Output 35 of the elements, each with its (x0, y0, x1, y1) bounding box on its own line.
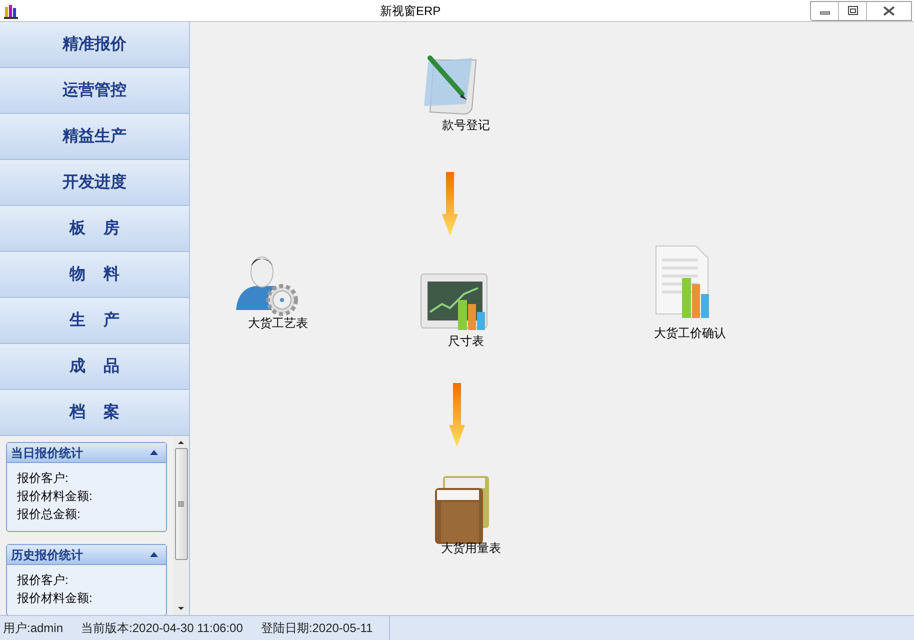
stat-label: 报价客户: (17, 572, 70, 589)
node-label[interactable]: 大货用量表 (441, 539, 501, 557)
nav-button[interactable]: 物 料 (0, 252, 189, 298)
window-title: 新视窗ERP (380, 3, 441, 20)
version-status: 当前版本:2020-04-30 11:06:00 (81, 620, 243, 637)
stat-label: 报价材料金额: (17, 590, 94, 607)
nav-button[interactable]: 开发进度 (0, 160, 189, 206)
arrow-icon (448, 383, 466, 447)
nav-button[interactable]: 成 品 (0, 344, 189, 390)
node-label[interactable]: 大货工价确认 (654, 324, 726, 342)
panel-title: 历史报价统计 (11, 546, 83, 564)
nav-button[interactable]: 板 房 (0, 206, 189, 252)
grip-icon (178, 501, 184, 507)
node-label[interactable]: 大货工艺表 (248, 314, 308, 332)
login-date-status: 登陆日期:2020-05-11 (260, 620, 373, 637)
nav-button[interactable]: 运营管控 (0, 68, 189, 114)
node-label[interactable]: 尺寸表 (448, 332, 484, 350)
collapse-icon[interactable] (150, 552, 158, 557)
nav-button[interactable]: 生 产 (0, 298, 189, 344)
close-icon (883, 6, 895, 16)
stat-label: 报价总金额: (17, 506, 82, 523)
stat-label: 报价材料金额: (17, 488, 94, 505)
nav-button[interactable]: 档 案 (0, 390, 189, 436)
chart-monitor-icon[interactable] (420, 272, 490, 332)
scrollbar[interactable] (173, 436, 189, 615)
collapse-icon[interactable] (150, 450, 158, 455)
panel-title: 当日报价统计 (11, 444, 83, 462)
arrow-icon (441, 172, 459, 236)
nav-button[interactable]: 精准报价 (0, 22, 189, 68)
app-icon (4, 2, 20, 18)
maximize-icon (848, 6, 858, 15)
stat-label: 报价客户: (17, 470, 70, 487)
nav-button[interactable]: 精益生产 (0, 114, 189, 160)
user-status: 用户:admin (3, 620, 64, 637)
node-label[interactable]: 款号登记 (442, 116, 490, 134)
